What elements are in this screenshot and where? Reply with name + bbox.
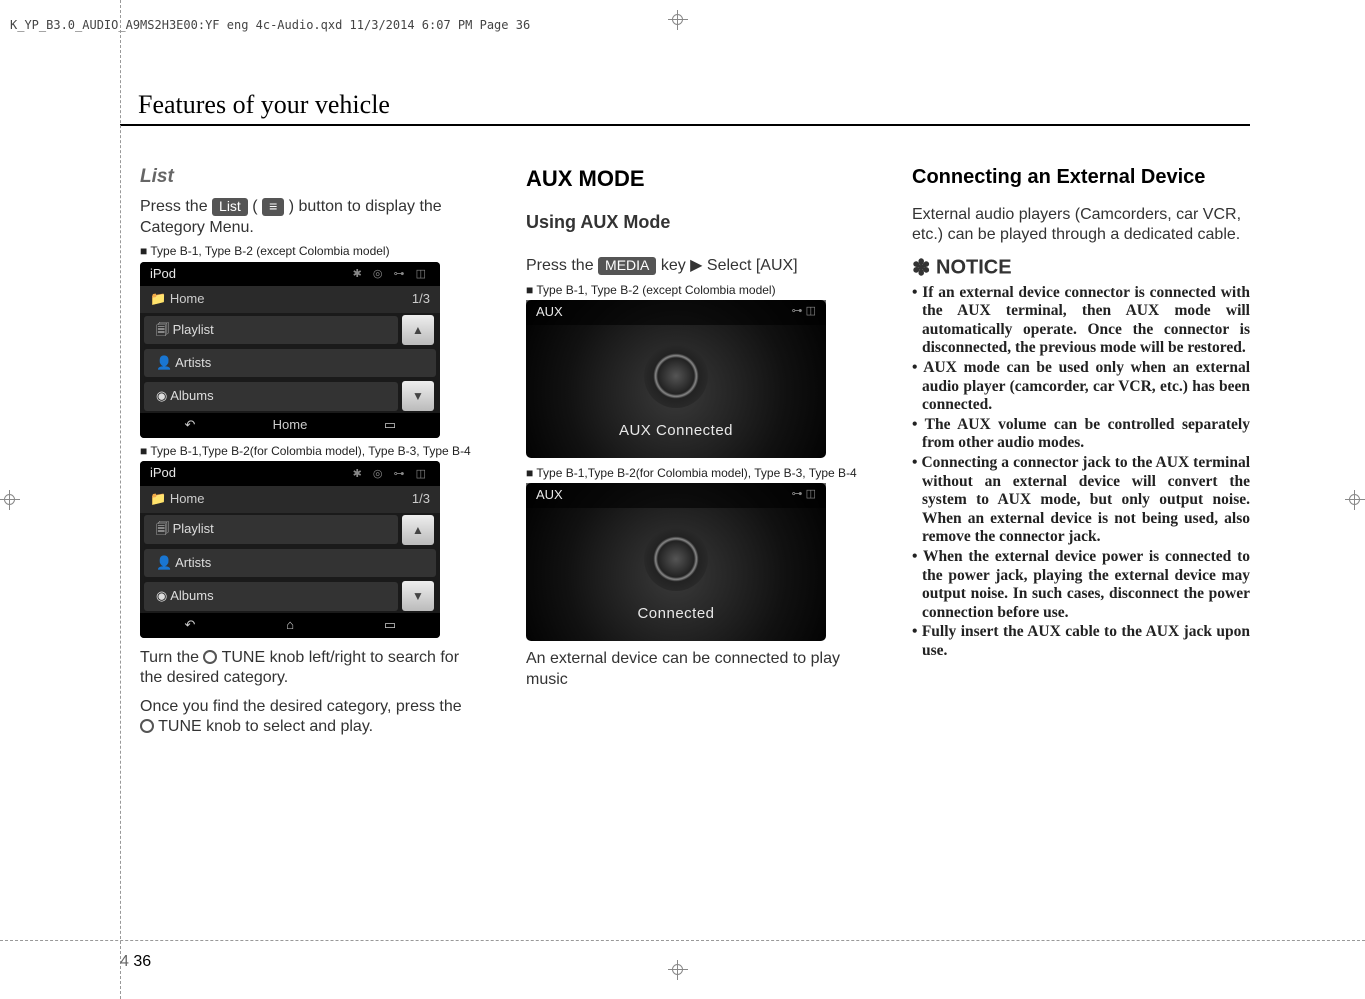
using-aux-subhead: Using AUX Mode xyxy=(526,211,864,234)
txt: Artists xyxy=(175,355,211,370)
title-underline xyxy=(120,124,1250,126)
list-keycap: List xyxy=(212,198,248,216)
status-icons: ⊶ ◫ xyxy=(792,487,816,504)
home-icon: ⌂ xyxy=(240,617,340,634)
star-icon: ✽ xyxy=(912,255,930,280)
menu-icon: ▭ xyxy=(340,617,440,634)
bullet-item: Connecting a connector jack to the AUX t… xyxy=(912,454,1250,547)
status-icons: ✱ ◎ ⊶ ◫ xyxy=(353,467,430,481)
list-icon-keycap: ≡ xyxy=(262,198,284,216)
back-icon: ↶ xyxy=(140,417,240,434)
aux-caption-2: ■ Type B-1,Type B-2(for Colombia model),… xyxy=(526,466,864,481)
page-num: 36 xyxy=(133,953,151,970)
notice-bullets: If an external device connector is conne… xyxy=(912,284,1250,661)
disc-icon xyxy=(644,344,708,408)
column-3: Connecting an External Device External a… xyxy=(912,165,1250,738)
content-columns: List Press the List ( ≡ ) button to disp… xyxy=(140,165,1250,738)
txt: Home xyxy=(170,291,205,306)
status-icons: ⊶ ◫ xyxy=(792,304,816,321)
txt: Turn the xyxy=(140,649,203,666)
caption-1: ■ Type B-1, Type B-2 (except Colombia mo… xyxy=(140,244,478,259)
press-media-text: Press the MEDIA key ▶ Select [AUX] xyxy=(526,256,864,276)
home-button: Home xyxy=(240,417,340,434)
up-arrow-icon: ▲ xyxy=(402,515,434,545)
disc-icon xyxy=(644,527,708,591)
knob-icon xyxy=(203,650,217,664)
page-count: 1/3 xyxy=(412,291,430,308)
ipod-screenshot-1: iPod ✱ ◎ ⊶ ◫ 📁 Home 1/3 🗐 Playlist ▲ 👤 A… xyxy=(140,262,440,439)
txt: ) xyxy=(289,198,294,215)
column-1: List Press the List ( ≡ ) button to disp… xyxy=(140,165,478,738)
status-icons: ✱ ◎ ⊶ ◫ xyxy=(353,267,430,281)
column-2: AUX MODE Using AUX Mode Press the MEDIA … xyxy=(526,165,864,738)
aux-title: AUX xyxy=(536,487,563,504)
section-number: 4 xyxy=(120,953,129,970)
playlist-item: 🗐 Playlist xyxy=(144,316,398,345)
menu-icon: ▭ xyxy=(340,417,440,434)
crop-line-v xyxy=(120,0,121,999)
knob-icon xyxy=(140,719,154,733)
intro-text: External audio players (Camcorders, car … xyxy=(912,205,1250,246)
aux-caption-1: ■ Type B-1, Type B-2 (except Colombia mo… xyxy=(526,283,864,298)
ipod-title: iPod xyxy=(150,266,176,283)
artists-item: 👤 Artists xyxy=(144,549,436,578)
page-number: 4 36 xyxy=(120,953,151,971)
bullet-item: Fully insert the AUX cable to the AUX ja… xyxy=(912,623,1250,660)
page-title: Features of your vehicle xyxy=(138,90,390,120)
aux-screenshot-1: AUX ⊶ ◫ AUX Connected xyxy=(526,300,826,458)
txt: Artists xyxy=(175,555,211,570)
txt: Playlist xyxy=(173,322,214,337)
ipod-title: iPod xyxy=(150,465,176,482)
list-press-text: Press the List ( ≡ ) button to display t… xyxy=(140,197,478,238)
playlist-item: 🗐 Playlist xyxy=(144,515,398,544)
external-device-text: An external device can be connected to p… xyxy=(526,649,864,690)
txt: Home xyxy=(170,491,205,506)
txt: Albums xyxy=(170,588,213,603)
albums-item: ◉ Albums xyxy=(144,382,398,411)
aux-screenshot-2: AUX ⊶ ◫ Connected xyxy=(526,483,826,641)
registration-mark-bottom xyxy=(668,960,688,980)
txt: ( xyxy=(252,198,257,215)
bullet-item: When the external device power is connec… xyxy=(912,548,1250,622)
down-arrow-icon: ▼ xyxy=(402,381,434,411)
registration-mark-right xyxy=(1345,490,1365,510)
home-row: 📁 Home xyxy=(150,491,205,508)
bullet-item: The AUX volume can be controlled separat… xyxy=(912,416,1250,453)
registration-mark-top xyxy=(668,10,688,30)
connected-text: Connected xyxy=(526,604,826,623)
caption-2: ■ Type B-1,Type B-2(for Colombia model),… xyxy=(140,444,478,459)
artists-item: 👤 Artists xyxy=(144,349,436,378)
txt: Albums xyxy=(170,388,213,403)
txt: Press the xyxy=(140,198,212,215)
txt: Playlist xyxy=(173,521,214,536)
aux-mode-heading: AUX MODE xyxy=(526,165,864,193)
back-icon: ↶ xyxy=(140,617,240,634)
page-count: 1/3 xyxy=(412,491,430,508)
down-arrow-icon: ▼ xyxy=(402,581,434,611)
aux-connected-text: AUX Connected xyxy=(526,421,826,440)
home-row: 📁 Home xyxy=(150,291,205,308)
connecting-heading: Connecting an External Device xyxy=(912,165,1250,191)
registration-mark-left xyxy=(0,490,20,510)
print-header: K_YP_B3.0_AUDIO_A9MS2H3E00:YF eng 4c-Aud… xyxy=(10,18,530,32)
txt: NOTICE xyxy=(936,256,1012,278)
ipod-screenshot-2: iPod ✱ ◎ ⊶ ◫ 📁 Home 1/3 🗐 Playlist ▲ 👤 A… xyxy=(140,461,440,638)
notice-heading: ✽ NOTICE xyxy=(912,254,1250,282)
bullet-item: AUX mode can be used only when an extern… xyxy=(912,359,1250,415)
up-arrow-icon: ▲ xyxy=(402,315,434,345)
turn-tune-text: Turn the TUNE knob left/right to search … xyxy=(140,648,478,689)
txt: TUNE knob to select and play. xyxy=(158,718,373,735)
txt: Once you find the desired category, pres… xyxy=(140,698,462,715)
crop-line-h xyxy=(0,940,1365,941)
txt: Press the xyxy=(526,257,598,274)
bullet-item: If an external device connector is conne… xyxy=(912,284,1250,358)
once-find-text: Once you find the desired category, pres… xyxy=(140,697,478,738)
list-heading: List xyxy=(140,165,478,189)
media-keycap: MEDIA xyxy=(598,257,656,275)
aux-title: AUX xyxy=(536,304,563,321)
albums-item: ◉ Albums xyxy=(144,582,398,611)
txt: key ▶ Select [AUX] xyxy=(661,257,798,274)
